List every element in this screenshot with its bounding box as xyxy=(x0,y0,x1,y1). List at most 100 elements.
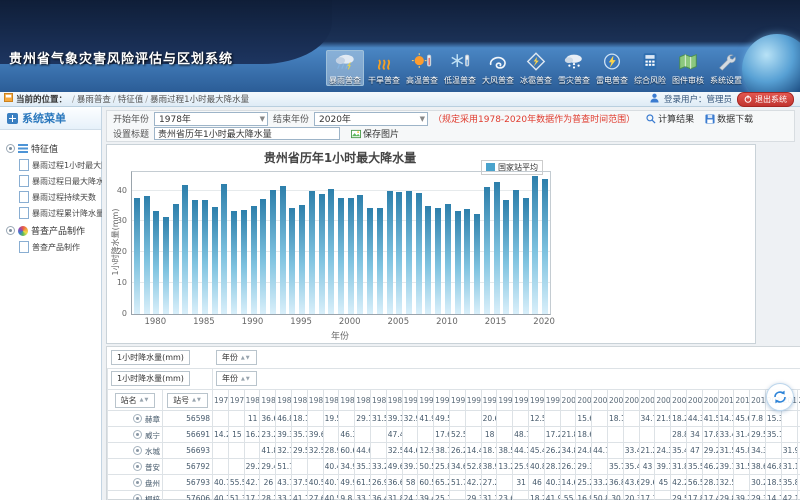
tree-expander-icon[interactable] xyxy=(6,144,15,153)
nav-item-low-temp[interactable]: 低温普查 xyxy=(442,50,478,86)
nav-item-rainstorm[interactable]: 暴雨普查 xyxy=(326,50,364,86)
station-name-cell[interactable]: 盘州 xyxy=(108,475,163,491)
chart-title-input[interactable] xyxy=(154,127,340,140)
bar-1985[interactable] xyxy=(202,200,208,314)
bar-2018[interactable] xyxy=(523,198,529,314)
year-column-header[interactable]: 2010 xyxy=(718,390,734,411)
bar-2002[interactable] xyxy=(367,208,373,315)
year-column-header[interactable]: 1980 xyxy=(244,390,260,411)
sidebar-item[interactable]: 普查产品制作 xyxy=(19,241,99,253)
year-column-header[interactable]: 1995 xyxy=(481,390,497,411)
bar-2006[interactable] xyxy=(406,191,412,314)
station-name-cell[interactable]: 水城 xyxy=(108,443,163,459)
year-column-header[interactable]: 1983 xyxy=(292,390,308,411)
sidebar-item[interactable]: 暴雨过程日最大降水量 xyxy=(19,175,99,187)
station-name-cell[interactable]: 桐梓 xyxy=(108,491,163,500)
bar-2014[interactable] xyxy=(484,187,490,314)
year-column-header[interactable]: 2004 xyxy=(623,390,639,411)
logout-button[interactable]: 退出系统 xyxy=(737,92,794,107)
unit-chip[interactable]: 1小时降水量(mm) xyxy=(111,350,190,365)
nav-item-settings[interactable]: 系统设置 xyxy=(708,50,744,86)
year-column-header[interactable]: 1993 xyxy=(449,390,465,411)
year-column-header[interactable]: 1996 xyxy=(497,390,513,411)
station-name-cell[interactable]: 威宁 xyxy=(108,427,163,443)
bar-1995[interactable] xyxy=(299,205,305,314)
year-column-header[interactable]: 1998 xyxy=(528,390,544,411)
bar-2011[interactable] xyxy=(455,211,461,314)
bar-1991[interactable] xyxy=(260,199,266,314)
sort-arrows-icon[interactable]: ▲▼ xyxy=(192,397,202,403)
nav-item-composite-risk[interactable]: 综合风险 xyxy=(632,50,668,86)
unit-header-chip[interactable]: 1小时降水量(mm) xyxy=(111,371,190,386)
year-sort-chip[interactable]: 年份 ▲▼ xyxy=(216,350,257,365)
year-column-header[interactable]: 1987 xyxy=(355,390,371,411)
year-column-header[interactable]: 2001 xyxy=(576,390,592,411)
refresh-float-button[interactable] xyxy=(766,383,794,411)
station-name-cell[interactable]: 赫章 xyxy=(108,411,163,427)
nav-item-hail[interactable]: 冰雹普查 xyxy=(518,50,554,86)
bar-2009[interactable] xyxy=(435,208,441,314)
bar-2017[interactable] xyxy=(513,190,519,314)
bar-2013[interactable] xyxy=(474,214,480,314)
nav-item-drought[interactable]: 干旱普查 xyxy=(366,50,402,86)
bar-2008[interactable] xyxy=(425,206,431,314)
bar-1982[interactable] xyxy=(173,204,179,315)
sort-arrows-icon[interactable]: ▲▼ xyxy=(241,355,251,361)
year-column-header[interactable]: 1986 xyxy=(339,390,355,411)
row-expand-icon[interactable] xyxy=(133,430,142,439)
sidebar-item[interactable]: 暴雨过程1小时最大降水量 xyxy=(19,159,99,171)
station-name-cell[interactable]: 普安 xyxy=(108,459,163,475)
bar-2020[interactable] xyxy=(542,179,548,314)
year-column-header[interactable]: 1979 xyxy=(228,390,244,411)
year-column-header[interactable]: 1990 xyxy=(402,390,418,411)
bar-2003[interactable] xyxy=(377,208,383,315)
bar-2010[interactable] xyxy=(445,204,451,314)
bar-1989[interactable] xyxy=(241,210,247,314)
bar-1987[interactable] xyxy=(221,184,227,314)
bar-1980[interactable] xyxy=(153,211,159,314)
bar-1993[interactable] xyxy=(280,186,286,314)
end-year-select[interactable]: 2020年▼ xyxy=(314,112,428,126)
tree-expander-icon[interactable] xyxy=(6,226,15,235)
bar-2007[interactable] xyxy=(416,193,422,314)
station-id-header-chip[interactable]: 站号 ▲▼ xyxy=(167,393,208,408)
data-download-button[interactable]: 数据下载 xyxy=(705,112,753,125)
row-expand-icon[interactable] xyxy=(133,462,142,471)
bar-1978[interactable] xyxy=(134,198,140,314)
bar-1998[interactable] xyxy=(328,189,334,314)
bar-2001[interactable] xyxy=(357,195,363,314)
year-column-header[interactable]: 1994 xyxy=(465,390,481,411)
year-column-header[interactable]: 1981 xyxy=(260,390,276,411)
year-column-header[interactable]: 2012 xyxy=(750,390,766,411)
breadcrumb-item[interactable]: 暴雨过程1小时最大降水量 xyxy=(150,95,249,105)
bar-2004[interactable] xyxy=(387,191,393,314)
sidebar-item[interactable]: 暴雨过程持续天数 xyxy=(19,191,99,203)
bar-1981[interactable] xyxy=(163,217,169,314)
nav-item-map-review[interactable]: 图件审核 xyxy=(670,50,706,86)
sort-arrows-icon[interactable]: ▲▼ xyxy=(140,397,150,403)
year-column-header[interactable]: 1984 xyxy=(307,390,323,411)
sidebar-group[interactable]: 普查产品制作 xyxy=(6,224,99,237)
year-column-header[interactable]: 2003 xyxy=(607,390,623,411)
year-column-header[interactable]: 2006 xyxy=(655,390,671,411)
bar-1983[interactable] xyxy=(182,185,188,314)
breadcrumb-item[interactable]: 暴雨普查 xyxy=(77,95,111,105)
year-column-header[interactable]: 1992 xyxy=(434,390,450,411)
year-column-header[interactable]: 1991 xyxy=(418,390,434,411)
bar-2015[interactable] xyxy=(494,182,500,314)
breadcrumb-item[interactable]: 特征值 xyxy=(118,95,144,105)
year-column-header[interactable]: 1999 xyxy=(544,390,560,411)
bar-1984[interactable] xyxy=(192,200,198,314)
bar-1986[interactable] xyxy=(212,207,218,314)
year-column-header[interactable]: 2000 xyxy=(560,390,576,411)
bar-1996[interactable] xyxy=(309,191,315,314)
row-expand-icon[interactable] xyxy=(133,494,142,500)
year-column-header[interactable]: 1985 xyxy=(323,390,339,411)
nav-item-lightning[interactable]: 雷电普查 xyxy=(594,50,630,86)
bar-1979[interactable] xyxy=(144,196,150,314)
bar-2012[interactable] xyxy=(464,209,470,314)
year-column-header[interactable]: 2011 xyxy=(734,390,750,411)
nav-item-wind[interactable]: 大风普查 xyxy=(480,50,516,86)
save-image-button[interactable]: 保存图片 xyxy=(351,127,399,140)
bar-1997[interactable] xyxy=(319,194,325,314)
